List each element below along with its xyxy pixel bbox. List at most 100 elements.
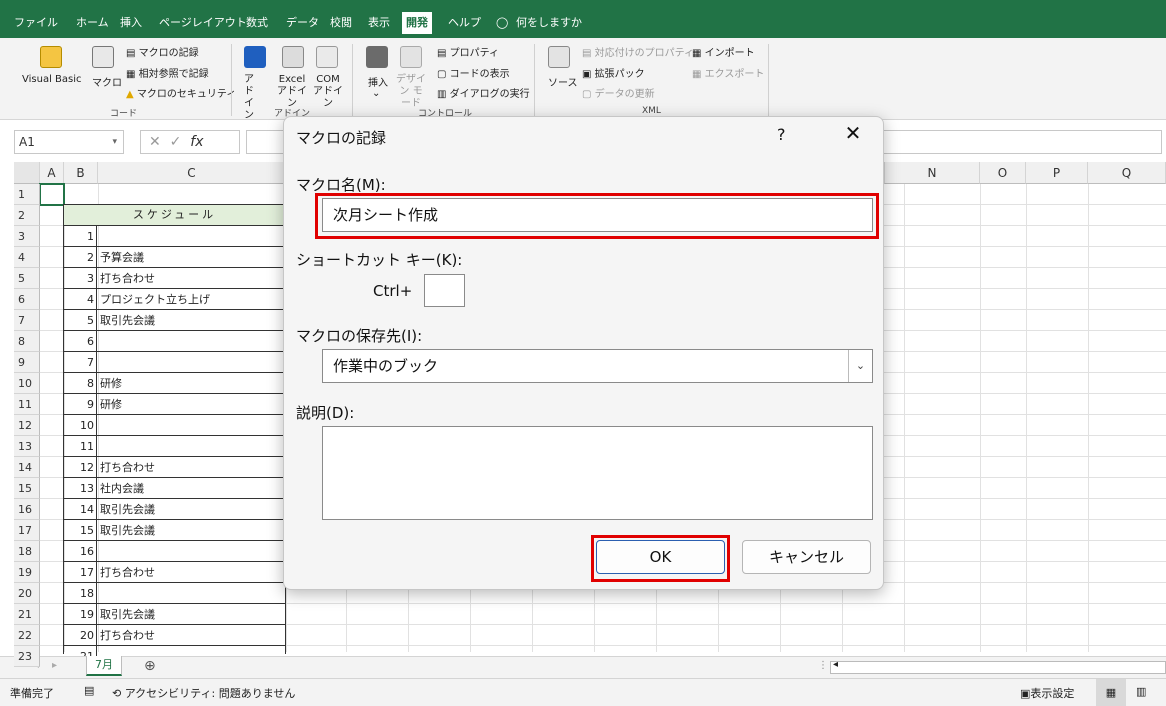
row-header[interactable]: 16 [14,499,40,520]
table-row-event[interactable]: 打ち合わせ [98,562,284,583]
tab-view[interactable]: 表示 [368,12,390,34]
row-header[interactable]: 8 [14,331,40,352]
table-row-event[interactable]: プロジェクト立ち上げ [98,289,284,310]
shortcut-key-input[interactable] [424,274,465,307]
row-header[interactable]: 18 [14,541,40,562]
map-properties-button[interactable]: ▤ 対応付けのプロパティ [582,44,694,59]
design-mode-button[interactable]: デザイン モード [396,74,426,110]
table-row-number[interactable]: 1 [64,226,97,247]
record-macro-button[interactable]: ▤ マクロの記録 [126,44,199,59]
tab-page-layout[interactable]: ページレイアウト [159,12,247,34]
table-row-number[interactable]: 10 [64,415,97,436]
table-row-event[interactable]: 取引先会議 [98,520,284,541]
table-row-event[interactable]: 取引先会議 [98,499,284,520]
row-header[interactable]: 4 [14,247,40,268]
visual-basic-button[interactable]: Visual Basic [22,74,82,85]
table-row-number[interactable]: 4 [64,289,97,310]
row-header[interactable]: 21 [14,604,40,625]
table-row-number[interactable]: 9 [64,394,97,415]
tell-me-search[interactable]: 何をしますか [516,12,582,34]
table-row-number[interactable]: 19 [64,604,97,625]
macro-security-button[interactable]: ▲ マクロのセキュリティ [126,85,236,100]
table-row-event[interactable] [98,541,284,562]
source-button[interactable]: ソース [548,74,578,89]
expansion-packs-button[interactable]: ▣ 拡張パック [582,65,645,80]
table-row-event[interactable]: 研修 [98,394,284,415]
splitter-handle[interactable]: ⋮ [818,660,828,671]
table-row-number[interactable]: 17 [64,562,97,583]
description-textarea[interactable] [322,426,873,520]
table-row-event[interactable] [98,415,284,436]
view-code-button[interactable]: ▢ コードの表示 [437,65,510,80]
relative-ref-button[interactable]: ▦ 相対参照で記録 [126,65,209,80]
table-row-event[interactable]: 研修 [98,373,284,394]
table-row-number[interactable]: 8 [64,373,97,394]
cancel-button[interactable]: キャンセル [742,540,871,574]
row-header[interactable]: 13 [14,436,40,457]
tab-data[interactable]: データ [286,12,319,34]
row-header[interactable]: 3 [14,226,40,247]
row-header[interactable]: 17 [14,520,40,541]
row-header[interactable]: 7 [14,310,40,331]
row-header[interactable]: 2 [14,205,40,226]
addin-button[interactable]: アド イン [244,74,262,122]
tab-formulas[interactable]: 数式 [246,12,268,34]
help-button[interactable]: ? [777,125,786,144]
table-row-event[interactable]: 取引先会議 [98,604,284,625]
row-header[interactable]: 22 [14,625,40,646]
scroll-left-icon[interactable]: ◂ [833,659,838,670]
table-row-event[interactable]: 取引先会議 [98,310,284,331]
add-sheet-icon[interactable]: ⊕ [144,658,156,674]
column-header-a[interactable]: A [40,162,64,184]
row-header[interactable]: 11 [14,394,40,415]
table-row-event[interactable] [98,226,284,247]
export-button[interactable]: ▦ エクスポート [692,65,764,80]
table-row-number[interactable]: 3 [64,268,97,289]
active-cell[interactable] [39,183,65,206]
sheet-tab-7gatsu[interactable]: 7月 [86,656,122,676]
cancel-x-icon[interactable]: ✕ [149,134,161,150]
close-icon[interactable]: ✕ [840,121,866,149]
table-row-event[interactable]: 打ち合わせ [98,268,284,289]
row-header[interactable]: 20 [14,583,40,604]
name-box[interactable]: A1 ▾ [14,130,124,154]
table-row-event[interactable]: 打ち合わせ [98,625,284,646]
chevron-down-icon[interactable]: ⌄ [848,350,872,382]
accessibility-status[interactable]: ⟲ アクセシビリティ: 問題ありません [112,685,295,701]
table-row-number[interactable]: 5 [64,310,97,331]
properties-button[interactable]: ▤ プロパティ [437,44,499,59]
table-row-number[interactable]: 16 [64,541,97,562]
table-row-number[interactable]: 18 [64,583,97,604]
macro-name-input[interactable]: 次月シート作成 [322,198,873,232]
row-header[interactable]: 12 [14,415,40,436]
tab-review[interactable]: 校閲 [330,12,352,34]
tab-home[interactable]: ホーム [76,12,109,34]
row-header[interactable]: 5 [14,268,40,289]
scroll-right-icon[interactable]: ▸ [52,660,57,671]
page-layout-view-icon[interactable]: ▥ [1136,685,1146,698]
refresh-data-button[interactable]: ▢ データの更新 [582,85,655,100]
insert-control-button[interactable]: 挿入 [368,74,388,89]
enter-check-icon[interactable]: ✓ [170,134,182,150]
table-row-number[interactable]: 6 [64,331,97,352]
fx-icon[interactable]: fx [190,134,203,150]
tab-insert[interactable]: 挿入 [120,12,142,34]
row-header[interactable]: 6 [14,289,40,310]
store-macro-select[interactable]: 作業中のブック ⌄ [322,349,873,383]
macro-button[interactable]: マクロ [92,74,122,89]
column-header-o[interactable]: O [980,162,1026,184]
column-header-n[interactable]: N [884,162,980,184]
table-row-event[interactable]: 社内会議 [98,478,284,499]
excel-addin-button[interactable]: Excel アドイン [274,74,310,110]
row-header[interactable]: 19 [14,562,40,583]
table-row-number[interactable]: 15 [64,520,97,541]
table-row-event[interactable] [98,436,284,457]
table-row-event[interactable]: 予算会議 [98,247,284,268]
row-header[interactable]: 1 [14,184,40,205]
tab-file[interactable]: ファイル [14,12,58,34]
row-header[interactable]: 15 [14,478,40,499]
column-header-c[interactable]: C [98,162,286,184]
ok-button[interactable]: OK [596,540,725,574]
com-addin-button[interactable]: COM アドイン [310,74,346,110]
table-row-number[interactable]: 14 [64,499,97,520]
